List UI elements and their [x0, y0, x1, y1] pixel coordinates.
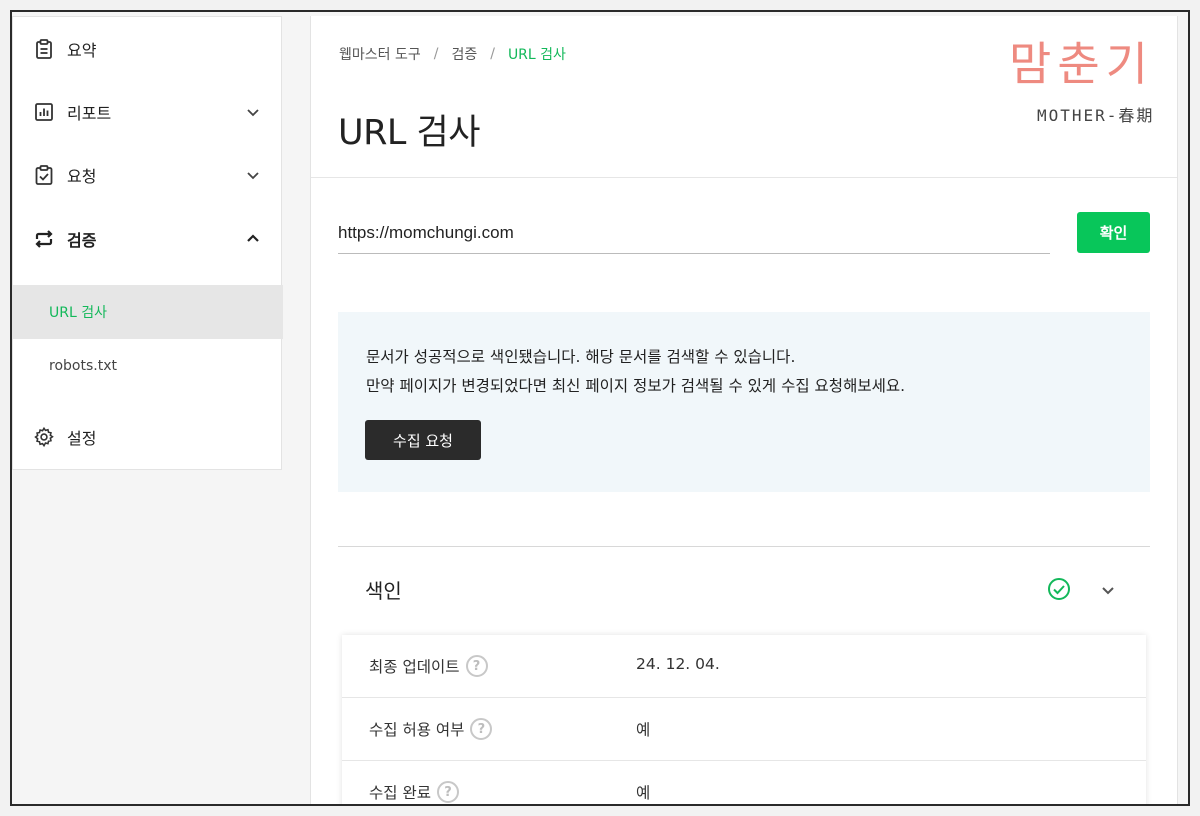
- sidebar-subitem-robots[interactable]: robots.txt: [13, 339, 283, 393]
- index-status-notice: 문서가 성공적으로 색인됐습니다. 해당 문서를 검색할 수 있습니다. 만약 …: [338, 312, 1150, 492]
- chevron-down-icon[interactable]: [245, 104, 261, 120]
- swap-arrows-icon: [33, 228, 55, 250]
- row-label: 최종 업데이트 ?: [369, 655, 488, 677]
- crawl-request-button[interactable]: 수집 요청: [365, 420, 481, 460]
- sidebar-item-label: 요청: [67, 167, 97, 186]
- main-content: 웹마스터 도구 / 검증 / URL 검사 URL 검사 맘춘기 MOTHER-…: [310, 16, 1178, 804]
- table-row: 수집 완료 ? 예: [342, 761, 1146, 804]
- breadcrumb-separator: /: [433, 46, 439, 62]
- breadcrumb-separator: /: [490, 46, 495, 62]
- breadcrumb-item-verify[interactable]: 검증: [451, 44, 477, 64]
- logo-korean-text: 맘춘기: [1009, 37, 1154, 91]
- breadcrumb: 웹마스터 도구 / 검증 / URL 검사: [339, 44, 566, 64]
- clipboard-check-icon: [33, 164, 55, 186]
- bar-chart-icon: [33, 101, 55, 123]
- sidebar-item-verify[interactable]: 검증: [13, 209, 283, 269]
- sidebar-item-request[interactable]: 요청: [13, 145, 283, 205]
- url-input[interactable]: [338, 212, 1050, 254]
- sidebar-item-settings[interactable]: 설정: [13, 407, 283, 467]
- table-row: 수집 허용 여부 ? 예: [342, 698, 1146, 761]
- index-section: 색인 최종 업데이트 ? 24. 12. 04. 수집 허용 여부 ? 예 수집…: [338, 546, 1150, 804]
- row-label-text: 수집 허용 여부: [369, 721, 465, 739]
- row-label-text: 최종 업데이트: [369, 658, 460, 676]
- breadcrumb-item-current: URL 검사: [507, 47, 566, 63]
- help-icon[interactable]: ?: [465, 655, 488, 677]
- sidebar-subitem-label: robots.txt: [49, 358, 117, 374]
- confirm-button[interactable]: 확인: [1077, 212, 1150, 253]
- index-detail-table: 최종 업데이트 ? 24. 12. 04. 수집 허용 여부 ? 예 수집 완료: [342, 635, 1146, 804]
- sidebar-subitem-url-inspection[interactable]: URL 검사: [13, 285, 283, 339]
- chevron-down-icon[interactable]: [1099, 581, 1117, 599]
- sidebar-item-label: 요약: [67, 41, 97, 60]
- watermark-logo: 맘춘기 MOTHER-春期: [1005, 28, 1175, 128]
- breadcrumb-item-webmaster[interactable]: 웹마스터 도구: [339, 44, 421, 64]
- row-label: 수집 허용 여부 ?: [369, 718, 493, 740]
- page-title: URL 검사: [338, 113, 480, 153]
- row-label: 수집 완료 ?: [369, 781, 459, 803]
- chevron-down-icon[interactable]: [245, 167, 261, 183]
- row-label-text: 수집 완료: [369, 784, 431, 802]
- index-section-title: 색인: [365, 579, 402, 603]
- help-icon[interactable]: ?: [470, 718, 493, 740]
- sidebar-item-summary[interactable]: 요약: [13, 19, 283, 79]
- chevron-up-icon[interactable]: [245, 231, 261, 247]
- sidebar-item-label: 리포트: [67, 104, 112, 123]
- gear-icon: [33, 426, 55, 448]
- table-row: 최종 업데이트 ? 24. 12. 04.: [342, 635, 1146, 698]
- sidebar-item-report[interactable]: 리포트: [13, 82, 283, 142]
- clipboard-icon: [33, 38, 55, 60]
- page-header: 웹마스터 도구 / 검증 / URL 검사 URL 검사 맘춘기 MOTHER-…: [311, 16, 1177, 178]
- notice-line-2: 만약 페이지가 변경되었다면 최신 페이지 정보가 검색될 수 있게 수집 요청…: [366, 377, 906, 395]
- row-value: 24. 12. 04.: [636, 655, 720, 673]
- notice-line-1: 문서가 성공적으로 색인됐습니다. 해당 문서를 검색할 수 있습니다.: [366, 348, 796, 366]
- sidebar-subitem-label: URL 검사: [49, 305, 107, 321]
- logo-english-text: MOTHER-春期: [1037, 106, 1155, 125]
- sidebar-item-label: 검증: [67, 231, 97, 250]
- sidebar-item-label: 설정: [67, 429, 97, 448]
- row-value: 예: [636, 784, 651, 802]
- browser-frame: 요약 리포트 요청 검증 URL 검사 robots.txt 설정 웹마스터 도…: [10, 10, 1190, 806]
- row-value: 예: [636, 721, 651, 739]
- sidebar: 요약 리포트 요청 검증 URL 검사 robots.txt 설정: [12, 16, 283, 470]
- help-icon[interactable]: ?: [436, 781, 459, 803]
- check-circle-icon: [1048, 578, 1070, 600]
- url-input-row: 확인: [338, 212, 1150, 262]
